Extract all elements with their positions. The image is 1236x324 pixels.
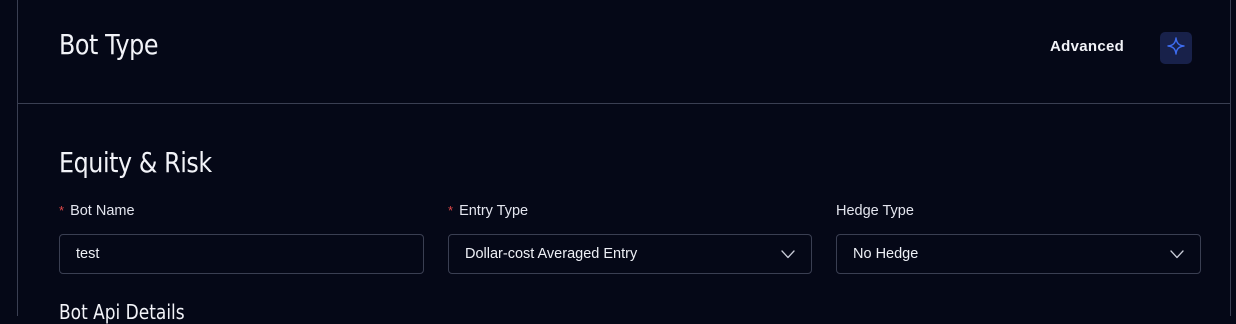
advanced-button[interactable]: [1160, 32, 1192, 64]
hedge-type-label: Hedge Type: [836, 203, 914, 219]
entry-type-select[interactable]: Dollar-cost Averaged Entry: [448, 234, 812, 274]
section-title-equity-risk: Equity & Risk: [59, 146, 212, 179]
bot-config-panel: Bot Type Advanced Equity & Risk * Bot Nam…: [17, 0, 1231, 324]
hedge-type-value: No Hedge: [853, 246, 919, 262]
bot-name-input[interactable]: test: [59, 234, 424, 274]
bot-name-label: * Bot Name: [59, 203, 135, 219]
page-title: Bot Type: [59, 28, 159, 61]
bot-name-value: test: [76, 246, 100, 262]
bot-name-label-text: Bot Name: [70, 203, 135, 219]
entry-type-label: * Entry Type: [448, 203, 528, 219]
sparkle-icon: [1167, 36, 1185, 60]
chevron-down-icon: [1170, 247, 1184, 261]
hedge-type-label-text: Hedge Type: [836, 203, 914, 219]
hedge-type-select[interactable]: No Hedge: [836, 234, 1201, 274]
advanced-label[interactable]: Advanced: [1050, 38, 1124, 55]
chevron-down-icon: [781, 247, 795, 261]
section-title-bot-api-details: Bot Api Details: [59, 300, 185, 324]
entry-type-value: Dollar-cost Averaged Entry: [465, 246, 638, 262]
entry-type-label-text: Entry Type: [459, 203, 529, 219]
required-marker: *: [59, 203, 65, 218]
bot-type-header: Bot Type Advanced: [18, 0, 1230, 104]
required-marker: *: [448, 203, 454, 218]
